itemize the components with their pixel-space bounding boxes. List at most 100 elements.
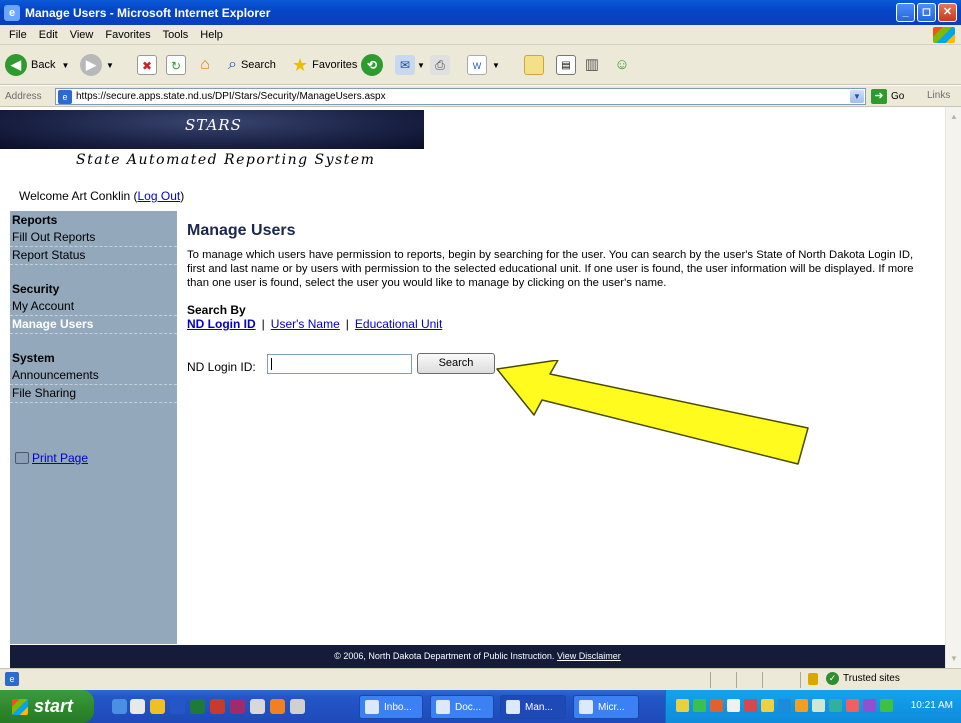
menu-edit[interactable]: Edit — [33, 29, 64, 41]
address-bar: Address e https://secure.apps.state.nd.u… — [0, 86, 961, 107]
sidebar-item-report-status[interactable]: Report Status — [10, 247, 177, 265]
tray-icon[interactable] — [710, 699, 723, 712]
discuss-button[interactable] — [524, 53, 544, 77]
search-by-login-id-link[interactable]: ND Login ID — [187, 317, 256, 331]
print-page-link[interactable]: Print Page — [32, 451, 88, 465]
menu-favorites[interactable]: Favorites — [99, 29, 156, 41]
books-icon: ▥ — [584, 56, 600, 73]
scroll-up-icon[interactable]: ▲ — [947, 109, 961, 124]
tray-icon[interactable] — [812, 699, 825, 712]
outlook-icon — [365, 700, 379, 714]
login-id-input[interactable] — [267, 354, 412, 374]
word-icon — [436, 700, 450, 714]
scroll-down-icon[interactable]: ▼ — [947, 651, 961, 666]
sidebar-item-my-account[interactable]: My Account — [10, 298, 177, 316]
sidebar-item-manage-users[interactable]: Manage Users — [10, 316, 177, 334]
sidebar-item-file-sharing[interactable]: File Sharing — [10, 385, 177, 403]
sidebar-item-announcements[interactable]: Announcements — [10, 367, 177, 385]
task-inbox[interactable]: Inbo... — [359, 695, 423, 719]
tray-icon[interactable] — [778, 699, 791, 712]
task-microsoft[interactable]: Micr... — [573, 695, 639, 719]
back-button[interactable]: ◀ Back ▼ — [5, 53, 69, 77]
sidebar-item-fill-out-reports[interactable]: Fill Out Reports — [10, 229, 177, 247]
address-input[interactable]: e https://secure.apps.state.nd.us/DPI/St… — [55, 88, 866, 105]
edit-button[interactable]: W ▼ — [467, 53, 500, 77]
history-button[interactable]: ⟲ — [361, 53, 383, 77]
mail-icon: ✉ — [395, 55, 415, 75]
search-button[interactable]: ⌕ Search — [228, 53, 276, 77]
security-zone[interactable]: ✓ Trusted sites — [826, 672, 900, 685]
tray-icon[interactable] — [863, 699, 876, 712]
favorites-button[interactable]: ★ Favorites — [292, 53, 357, 77]
app-icon[interactable] — [250, 699, 265, 714]
tray-icon[interactable] — [744, 699, 757, 712]
browser-icon[interactable] — [130, 699, 145, 714]
tray-icon[interactable] — [676, 699, 689, 712]
refresh-icon: ↻ — [166, 55, 186, 75]
menu-help[interactable]: Help — [194, 29, 229, 41]
tray-icon[interactable] — [829, 699, 842, 712]
word-icon[interactable] — [170, 699, 185, 714]
search-submit-button[interactable]: Search — [417, 353, 495, 374]
task-manage-users[interactable]: Man... — [500, 695, 566, 719]
close-button[interactable]: ✕ — [938, 3, 957, 22]
view-disclaimer-link[interactable]: View Disclaimer — [557, 651, 621, 661]
search-by-label: Search By — [187, 303, 246, 317]
menu-file[interactable]: File — [3, 29, 33, 41]
tray-icon[interactable] — [693, 699, 706, 712]
history-icon: ⟲ — [361, 54, 383, 76]
links-button[interactable]: Links — [927, 90, 950, 101]
menu-view[interactable]: View — [64, 29, 100, 41]
refresh-button[interactable]: ↻ — [166, 53, 186, 77]
logout-link[interactable]: Log Out — [138, 189, 181, 203]
people-icon: ☺ — [614, 56, 630, 73]
star-icon: ★ — [292, 54, 309, 75]
tray-icon[interactable] — [846, 699, 859, 712]
ie-icon[interactable] — [112, 699, 127, 714]
search-by-users-name-link[interactable]: User's Name — [271, 317, 340, 331]
mail-button[interactable]: ✉ ▼ — [395, 53, 425, 77]
word-icon: W — [467, 55, 487, 75]
page-title: Manage Users — [187, 222, 296, 239]
app-icon[interactable] — [290, 699, 305, 714]
home-icon: ⌂ — [200, 56, 210, 73]
page-status-icon: e — [5, 672, 19, 686]
window-title: Manage Users - Microsoft Internet Explor… — [25, 5, 271, 20]
scrollbar[interactable]: ▲ ▼ — [945, 107, 961, 668]
start-button[interactable]: start — [0, 690, 94, 723]
forward-button[interactable]: ▶ ▼ — [80, 53, 114, 77]
clock: 10:21 AM — [910, 700, 953, 711]
sidebar-heading-system: System — [12, 351, 55, 365]
home-button[interactable]: ⌂ — [195, 53, 215, 77]
sidebar-heading-reports: Reports — [12, 213, 58, 227]
print-page[interactable]: Print Page — [15, 451, 88, 465]
outlook-icon[interactable] — [150, 699, 165, 714]
firefox-icon[interactable] — [270, 699, 285, 714]
tray-icon[interactable] — [795, 699, 808, 712]
messenger-button[interactable]: ▥ — [582, 53, 602, 77]
chevron-down-icon[interactable]: ▼ — [850, 90, 864, 103]
task-document[interactable]: Doc... — [430, 695, 494, 719]
ie-icon: e — [4, 4, 20, 21]
search-by-educational-unit-link[interactable]: Educational Unit — [355, 317, 442, 331]
access-icon[interactable] — [230, 699, 245, 714]
address-label: Address — [5, 90, 42, 102]
menu-tools[interactable]: Tools — [157, 29, 195, 41]
excel-icon[interactable] — [190, 699, 205, 714]
research-button[interactable]: ▤ — [556, 53, 576, 77]
windows-logo-icon — [12, 698, 28, 715]
stop-button[interactable]: ✖ — [137, 53, 157, 77]
print-button[interactable]: ⎙ — [430, 53, 450, 77]
banner-title: STARS — [185, 116, 242, 134]
powerpoint-icon[interactable] — [210, 699, 225, 714]
tray-icon[interactable] — [880, 699, 893, 712]
buddies-button[interactable]: ☺ — [612, 53, 632, 77]
maximize-button[interactable]: ◻ — [917, 3, 936, 22]
tray-icon[interactable] — [761, 699, 774, 712]
sidebar: Reports Fill Out Reports Report Status S… — [10, 211, 177, 644]
minimize-button[interactable]: _ — [896, 3, 915, 22]
go-button[interactable]: ➜ Go — [871, 89, 904, 104]
ie-icon — [506, 700, 520, 714]
tray-icon[interactable] — [727, 699, 740, 712]
search-icon: ⌕ — [228, 56, 237, 73]
